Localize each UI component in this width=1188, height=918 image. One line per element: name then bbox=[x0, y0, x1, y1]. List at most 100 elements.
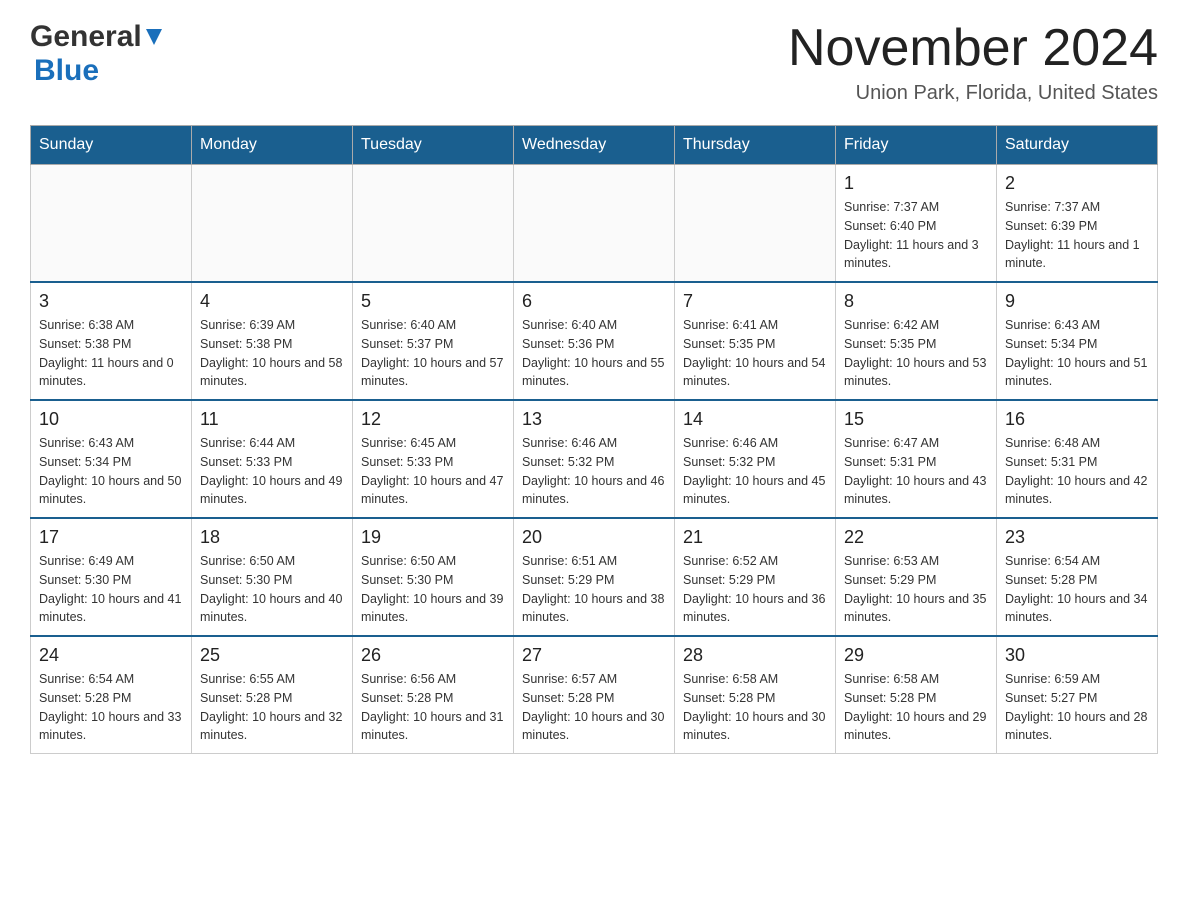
day-info: Sunrise: 6:40 AMSunset: 5:36 PMDaylight:… bbox=[522, 316, 666, 391]
day-info: Sunrise: 6:45 AMSunset: 5:33 PMDaylight:… bbox=[361, 434, 505, 509]
logo-general-text: General bbox=[30, 20, 142, 54]
day-info: Sunrise: 6:57 AMSunset: 5:28 PMDaylight:… bbox=[522, 670, 666, 745]
day-info: Sunrise: 6:39 AMSunset: 5:38 PMDaylight:… bbox=[200, 316, 344, 391]
table-row: 22Sunrise: 6:53 AMSunset: 5:29 PMDayligh… bbox=[836, 518, 997, 636]
table-row: 2 Sunrise: 7:37 AMSunset: 6:39 PMDaylight… bbox=[997, 165, 1158, 283]
day-info: Sunrise: 6:56 AMSunset: 5:28 PMDaylight:… bbox=[361, 670, 505, 745]
day-number: 24 bbox=[39, 645, 183, 666]
day-number: 10 bbox=[39, 409, 183, 430]
table-row: 10 Sunrise: 6:43 AMSunset: 5:34 PMDayligh… bbox=[31, 400, 192, 518]
col-thursday: Thursday bbox=[675, 126, 836, 165]
table-row: 20 Sunrise: 6:51 AMSunset: 5:29 PMDayligh… bbox=[514, 518, 675, 636]
table-row: 12Sunrise: 6:45 AMSunset: 5:33 PMDayligh… bbox=[353, 400, 514, 518]
table-row: 7Sunrise: 6:41 AMSunset: 5:35 PMDaylight… bbox=[675, 282, 836, 400]
day-info: Sunrise: 7:37 AMSunset: 6:40 PMDaylight:… bbox=[844, 198, 988, 273]
table-row: 6 Sunrise: 6:40 AMSunset: 5:36 PMDaylight… bbox=[514, 282, 675, 400]
day-number: 13 bbox=[522, 409, 666, 430]
day-number: 9 bbox=[1005, 291, 1149, 312]
table-row: 3Sunrise: 6:38 AMSunset: 5:38 PMDaylight… bbox=[31, 282, 192, 400]
calendar-title: November 2024 bbox=[788, 20, 1158, 77]
day-number: 18 bbox=[200, 527, 344, 548]
table-row: 18 Sunrise: 6:50 AMSunset: 5:30 PMDayligh… bbox=[192, 518, 353, 636]
day-number: 15 bbox=[844, 409, 988, 430]
day-info: Sunrise: 6:48 AMSunset: 5:31 PMDaylight:… bbox=[1005, 434, 1149, 509]
logo-triangle-icon bbox=[146, 29, 162, 50]
table-row bbox=[514, 165, 675, 283]
day-info: Sunrise: 6:51 AMSunset: 5:29 PMDaylight:… bbox=[522, 552, 666, 627]
table-row: 15 Sunrise: 6:47 AMSunset: 5:31 PMDayligh… bbox=[836, 400, 997, 518]
calendar-table: Sunday Monday Tuesday Wednesday Thursday… bbox=[30, 125, 1158, 754]
day-info: Sunrise: 6:54 AMSunset: 5:28 PMDaylight:… bbox=[39, 670, 183, 745]
logo-blue-text: Blue bbox=[34, 54, 99, 88]
day-info: Sunrise: 6:58 AMSunset: 5:28 PMDaylight:… bbox=[844, 670, 988, 745]
day-info: Sunrise: 7:37 AMSunset: 6:39 PMDaylight:… bbox=[1005, 198, 1149, 273]
calendar-week-row: 1 Sunrise: 7:37 AMSunset: 6:40 PMDaylight… bbox=[31, 165, 1158, 283]
table-row: 16 Sunrise: 6:48 AMSunset: 5:31 PMDayligh… bbox=[997, 400, 1158, 518]
col-sunday: Sunday bbox=[31, 126, 192, 165]
day-info: Sunrise: 6:50 AMSunset: 5:30 PMDaylight:… bbox=[361, 552, 505, 627]
day-number: 11 bbox=[200, 409, 344, 430]
table-row bbox=[675, 165, 836, 283]
calendar-week-row: 24 Sunrise: 6:54 AMSunset: 5:28 PMDayligh… bbox=[31, 636, 1158, 754]
day-number: 29 bbox=[844, 645, 988, 666]
table-row: 5 Sunrise: 6:40 AMSunset: 5:37 PMDaylight… bbox=[353, 282, 514, 400]
day-info: Sunrise: 6:59 AMSunset: 5:27 PMDaylight:… bbox=[1005, 670, 1149, 745]
day-info: Sunrise: 6:55 AMSunset: 5:28 PMDaylight:… bbox=[200, 670, 344, 745]
logo: General Blue bbox=[30, 20, 162, 88]
day-info: Sunrise: 6:58 AMSunset: 5:28 PMDaylight:… bbox=[683, 670, 827, 745]
day-number: 20 bbox=[522, 527, 666, 548]
day-number: 21 bbox=[683, 527, 827, 548]
day-number: 25 bbox=[200, 645, 344, 666]
day-info: Sunrise: 6:54 AMSunset: 5:28 PMDaylight:… bbox=[1005, 552, 1149, 627]
table-row: 21 Sunrise: 6:52 AMSunset: 5:29 PMDayligh… bbox=[675, 518, 836, 636]
table-row: 19Sunrise: 6:50 AMSunset: 5:30 PMDayligh… bbox=[353, 518, 514, 636]
day-number: 7 bbox=[683, 291, 827, 312]
day-number: 27 bbox=[522, 645, 666, 666]
day-number: 1 bbox=[844, 173, 988, 194]
day-number: 4 bbox=[200, 291, 344, 312]
day-number: 6 bbox=[522, 291, 666, 312]
table-row: 29 Sunrise: 6:58 AMSunset: 5:28 PMDayligh… bbox=[836, 636, 997, 754]
title-section: November 2024 Union Park, Florida, Unite… bbox=[788, 20, 1158, 105]
table-row: 17 Sunrise: 6:49 AMSunset: 5:30 PMDayligh… bbox=[31, 518, 192, 636]
day-info: Sunrise: 6:40 AMSunset: 5:37 PMDaylight:… bbox=[361, 316, 505, 391]
calendar-subtitle: Union Park, Florida, United States bbox=[788, 82, 1158, 105]
table-row: 30 Sunrise: 6:59 AMSunset: 5:27 PMDayligh… bbox=[997, 636, 1158, 754]
table-row bbox=[192, 165, 353, 283]
day-number: 28 bbox=[683, 645, 827, 666]
table-row: 28 Sunrise: 6:58 AMSunset: 5:28 PMDayligh… bbox=[675, 636, 836, 754]
table-row: 1 Sunrise: 7:37 AMSunset: 6:40 PMDaylight… bbox=[836, 165, 997, 283]
day-info: Sunrise: 6:42 AMSunset: 5:35 PMDaylight:… bbox=[844, 316, 988, 391]
day-number: 17 bbox=[39, 527, 183, 548]
table-row: 8Sunrise: 6:42 AMSunset: 5:35 PMDaylight… bbox=[836, 282, 997, 400]
day-info: Sunrise: 6:50 AMSunset: 5:30 PMDaylight:… bbox=[200, 552, 344, 627]
col-monday: Monday bbox=[192, 126, 353, 165]
day-info: Sunrise: 6:52 AMSunset: 5:29 PMDaylight:… bbox=[683, 552, 827, 627]
col-tuesday: Tuesday bbox=[353, 126, 514, 165]
day-info: Sunrise: 6:47 AMSunset: 5:31 PMDaylight:… bbox=[844, 434, 988, 509]
col-friday: Friday bbox=[836, 126, 997, 165]
table-row: 25 Sunrise: 6:55 AMSunset: 5:28 PMDayligh… bbox=[192, 636, 353, 754]
day-number: 22 bbox=[844, 527, 988, 548]
day-number: 3 bbox=[39, 291, 183, 312]
table-row: 23 Sunrise: 6:54 AMSunset: 5:28 PMDayligh… bbox=[997, 518, 1158, 636]
col-saturday: Saturday bbox=[997, 126, 1158, 165]
calendar-week-row: 10 Sunrise: 6:43 AMSunset: 5:34 PMDayligh… bbox=[31, 400, 1158, 518]
table-row: 26Sunrise: 6:56 AMSunset: 5:28 PMDayligh… bbox=[353, 636, 514, 754]
day-number: 23 bbox=[1005, 527, 1149, 548]
page-header: General Blue November 2024 Union Park, F… bbox=[30, 20, 1158, 105]
table-row bbox=[353, 165, 514, 283]
day-number: 14 bbox=[683, 409, 827, 430]
day-info: Sunrise: 6:43 AMSunset: 5:34 PMDaylight:… bbox=[39, 434, 183, 509]
day-number: 5 bbox=[361, 291, 505, 312]
table-row: 27 Sunrise: 6:57 AMSunset: 5:28 PMDayligh… bbox=[514, 636, 675, 754]
day-info: Sunrise: 6:43 AMSunset: 5:34 PMDaylight:… bbox=[1005, 316, 1149, 391]
col-wednesday: Wednesday bbox=[514, 126, 675, 165]
day-number: 2 bbox=[1005, 173, 1149, 194]
table-row: 24 Sunrise: 6:54 AMSunset: 5:28 PMDayligh… bbox=[31, 636, 192, 754]
table-row: 9 Sunrise: 6:43 AMSunset: 5:34 PMDaylight… bbox=[997, 282, 1158, 400]
day-number: 30 bbox=[1005, 645, 1149, 666]
day-info: Sunrise: 6:44 AMSunset: 5:33 PMDaylight:… bbox=[200, 434, 344, 509]
day-number: 16 bbox=[1005, 409, 1149, 430]
day-info: Sunrise: 6:49 AMSunset: 5:30 PMDaylight:… bbox=[39, 552, 183, 627]
